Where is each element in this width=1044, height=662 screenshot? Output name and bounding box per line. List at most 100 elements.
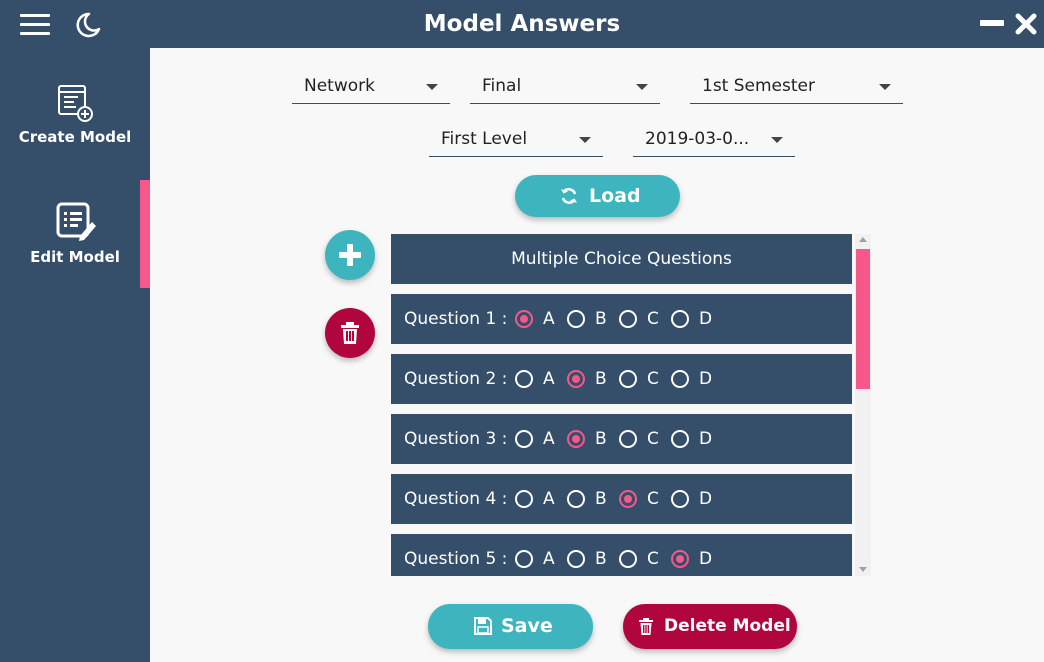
radio-unchecked-icon	[671, 430, 689, 448]
option-c-radio[interactable]: C	[619, 354, 665, 404]
question-row: Question 4 : A B C D	[391, 474, 852, 524]
exam-type-select[interactable]: Final	[470, 70, 660, 104]
radio-checked-icon	[515, 310, 533, 328]
trash-icon	[639, 618, 653, 635]
save-button[interactable]: Save	[428, 604, 593, 649]
option-label: B	[595, 429, 607, 449]
trash-icon	[341, 322, 359, 344]
option-label: D	[699, 309, 713, 329]
sidebar-item-label: Create Model	[18, 128, 132, 146]
date-value: 2019-03-0...	[645, 129, 750, 149]
date-select[interactable]: 2019-03-0...	[633, 123, 795, 157]
question-label: Question 4 :	[404, 489, 508, 509]
option-label: C	[647, 369, 659, 389]
plus-icon	[339, 244, 361, 266]
radio-unchecked-icon	[515, 370, 533, 388]
option-label: A	[543, 369, 555, 389]
add-question-button[interactable]	[325, 230, 375, 280]
load-button-label: Load	[589, 185, 641, 207]
radio-unchecked-icon	[671, 490, 689, 508]
refresh-icon	[561, 188, 577, 204]
option-a-radio[interactable]: A	[515, 354, 561, 404]
option-a-radio[interactable]: A	[515, 534, 561, 576]
title-bar: Model Answers	[0, 0, 1044, 48]
caret-down-icon	[579, 137, 591, 143]
radio-checked-icon	[671, 550, 689, 568]
option-b-radio[interactable]: B	[567, 414, 613, 464]
option-d-radio[interactable]: D	[671, 534, 717, 576]
sidebar-item-create-model[interactable]: Create Model	[0, 72, 150, 180]
option-label: D	[699, 549, 713, 569]
radio-unchecked-icon	[567, 490, 585, 508]
option-d-radio[interactable]: D	[671, 474, 717, 524]
scroll-up-icon[interactable]	[859, 237, 867, 242]
option-label: C	[647, 489, 659, 509]
window-title: Model Answers	[423, 11, 621, 37]
option-label: A	[543, 549, 555, 569]
close-icon[interactable]	[1014, 12, 1038, 36]
minimize-icon[interactable]	[980, 20, 1004, 26]
delete-model-label: Delete Model	[664, 616, 791, 636]
radio-unchecked-icon	[671, 370, 689, 388]
question-row: Question 1 : A B C D	[391, 294, 852, 344]
option-b-radio[interactable]: B	[567, 294, 613, 344]
caret-down-icon	[879, 84, 891, 90]
option-c-radio[interactable]: C	[619, 474, 665, 524]
delete-model-button[interactable]: Delete Model	[623, 604, 797, 649]
radio-unchecked-icon	[619, 370, 637, 388]
option-a-radio[interactable]: A	[515, 294, 561, 344]
option-b-radio[interactable]: B	[567, 534, 613, 576]
scroll-down-icon[interactable]	[859, 567, 867, 572]
semester-select[interactable]: 1st Semester	[690, 70, 903, 104]
radio-unchecked-icon	[671, 310, 689, 328]
question-row: Question 2 : A B C D	[391, 354, 852, 404]
edit-model-icon	[56, 202, 96, 241]
question-label: Question 5 :	[404, 549, 508, 569]
save-button-label: Save	[501, 615, 553, 637]
option-label: D	[699, 489, 713, 509]
option-label: D	[699, 369, 713, 389]
option-label: B	[595, 489, 607, 509]
radio-checked-icon	[619, 490, 637, 508]
department-value: Network	[304, 76, 375, 96]
question-row: Question 3 : A B C D	[391, 414, 852, 464]
question-label: Question 3 :	[404, 429, 508, 449]
mcq-header: Multiple Choice Questions	[391, 234, 852, 284]
option-c-radio[interactable]: C	[619, 534, 665, 576]
option-a-radio[interactable]: A	[515, 474, 561, 524]
radio-unchecked-icon	[567, 310, 585, 328]
caret-down-icon	[636, 84, 648, 90]
delete-question-button[interactable]	[325, 308, 375, 358]
radio-unchecked-icon	[515, 430, 533, 448]
option-label: B	[595, 549, 607, 569]
caret-down-icon	[771, 137, 783, 143]
option-d-radio[interactable]: D	[671, 354, 717, 404]
option-d-radio[interactable]: D	[671, 294, 717, 344]
option-b-radio[interactable]: B	[567, 354, 613, 404]
option-label: A	[543, 489, 555, 509]
option-c-radio[interactable]: C	[619, 294, 665, 344]
question-label: Question 1 :	[404, 309, 508, 329]
mcq-panel: Multiple Choice Questions Question 1 : A B…	[391, 234, 853, 576]
option-label: B	[595, 369, 607, 389]
load-button[interactable]: Load	[515, 175, 680, 217]
option-label: C	[647, 429, 659, 449]
caret-down-icon	[426, 84, 438, 90]
question-label: Question 2 :	[404, 369, 508, 389]
scrollbar[interactable]	[855, 234, 871, 576]
question-row: Question 5 : A B C D	[391, 534, 852, 576]
sidebar-item-edit-model[interactable]: Edit Model	[0, 192, 150, 300]
option-a-radio[interactable]: A	[515, 414, 561, 464]
radio-unchecked-icon	[515, 490, 533, 508]
option-d-radio[interactable]: D	[671, 414, 717, 464]
department-select[interactable]: Network	[292, 70, 450, 104]
option-label: A	[543, 429, 555, 449]
semester-value: 1st Semester	[702, 76, 815, 96]
radio-unchecked-icon	[619, 310, 637, 328]
option-b-radio[interactable]: B	[567, 474, 613, 524]
level-select[interactable]: First Level	[429, 123, 603, 157]
option-label: C	[647, 549, 659, 569]
radio-unchecked-icon	[619, 550, 637, 568]
option-c-radio[interactable]: C	[619, 414, 665, 464]
scrollbar-thumb[interactable]	[856, 249, 870, 389]
